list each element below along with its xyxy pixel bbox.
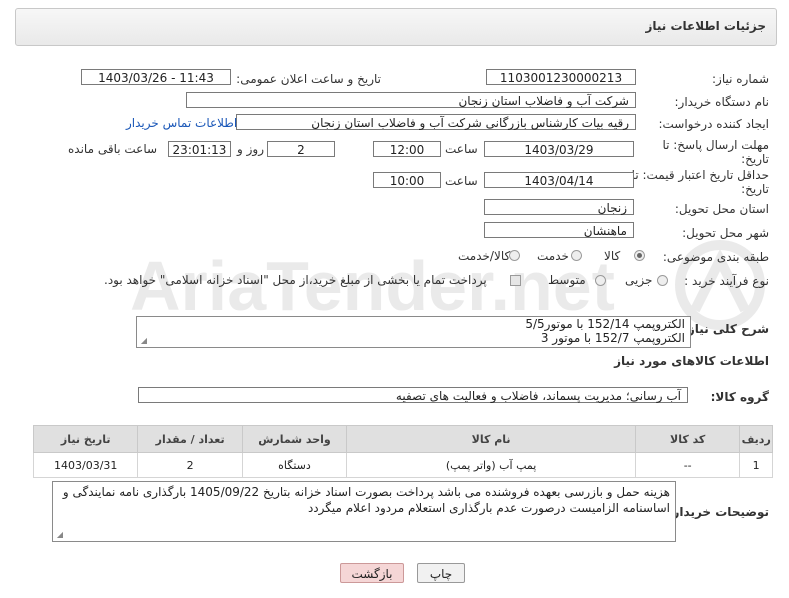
goods-group-label: گروه کالا: xyxy=(710,390,769,404)
description-line-2: الکتروپمپ 152/7 با موتور 3 xyxy=(540,331,685,345)
validity-time-label: ساعت xyxy=(445,174,478,188)
header-panel: جزئیات اطلاعات نیاز xyxy=(15,8,777,46)
deadline-time-label: ساعت xyxy=(445,142,478,156)
remaining-time-label: ساعت باقی مانده xyxy=(68,142,158,156)
description-field: الکتروپمپ 152/14 با موتور5/5 الکتروپمپ 1… xyxy=(136,316,691,348)
col-row-header: ردیف xyxy=(739,425,773,453)
buyer-notes-line-2: اساسنامه الزامیست درصورت عدم بارگذاری اس… xyxy=(307,501,670,515)
cell-qty: 2 xyxy=(137,452,243,478)
process-radio-minor[interactable] xyxy=(657,275,668,286)
buyer-notes-label: توضیحات خریدار: xyxy=(667,505,769,519)
print-button[interactable]: چاپ xyxy=(417,563,465,583)
creator-field: رقیه بیات کارشناس بازرگانی شرکت آب و فاض… xyxy=(236,114,636,130)
days-label: روز و xyxy=(237,142,264,156)
buyer-notes-line-1: هزینه حمل و بازرسی بعهده فروشنده می باشد… xyxy=(62,485,670,499)
resize-grip-icon[interactable]: ◢ xyxy=(139,337,147,345)
province-label: استان محل تحویل: xyxy=(674,202,769,216)
cell-unit: دستگاه xyxy=(241,452,348,478)
resize-grip-icon[interactable]: ◢ xyxy=(55,531,63,539)
cell-name: پمپ آب (واتر پمپ) xyxy=(346,452,636,478)
col-qty-header: تعداد / مقدار xyxy=(137,425,243,453)
announce-field: 1403/03/26 - 11:43 xyxy=(81,69,231,85)
category-radio-goods[interactable] xyxy=(634,250,645,261)
validity-label: حداقل تاریخ اعتبار قیمت: تا xyxy=(631,168,769,182)
cell-code: -- xyxy=(634,452,741,478)
page-title: جزئیات اطلاعات نیاز xyxy=(645,19,766,33)
items-table: ردیف کد کالا نام کالا واحد شمارش تعداد /… xyxy=(32,425,773,478)
col-unit-header: واحد شمارش xyxy=(241,425,348,453)
payment-note: پرداخت تمام یا بخشی از مبلغ خرید،از محل … xyxy=(104,273,487,287)
category-radio-goods-service[interactable] xyxy=(509,250,520,261)
process-option-minor: جزیی xyxy=(625,273,653,287)
category-radio-service[interactable] xyxy=(571,250,582,261)
col-code-header: کد کالا xyxy=(634,425,741,453)
buyer-notes-field: هزینه حمل و بازرسی بعهده فروشنده می باشد… xyxy=(52,481,676,542)
city-label: شهر محل تحویل: xyxy=(682,226,769,240)
process-option-medium: متوسط xyxy=(548,273,586,287)
buyer-contact-link[interactable]: اطلاعات تماس خریدار xyxy=(126,116,237,130)
back-button[interactable]: بازگشت xyxy=(340,563,404,583)
description-label: شرح کلی نیاز: xyxy=(683,322,769,336)
goods-group-field: آب رسانی؛ مدیریت پسماند، فاضلاب و فعالیت… xyxy=(138,387,688,403)
description-line-1: الکتروپمپ 152/14 با موتور5/5 xyxy=(525,317,685,331)
announce-label: تاریخ و ساعت اعلان عمومی: xyxy=(236,72,381,86)
category-option-service: خدمت xyxy=(537,249,569,263)
need-number-label: شماره نیاز: xyxy=(712,72,769,86)
category-option-goods: کالا xyxy=(604,249,621,263)
remaining-time-field: 23:01:13 xyxy=(168,141,231,157)
deadline-date-field: 1403/03/29 xyxy=(484,141,634,157)
table-row: 1 -- پمپ آب (واتر پمپ) دستگاه 2 1403/03/… xyxy=(32,452,773,478)
category-label: طبقه بندی موضوعی: xyxy=(662,250,769,264)
cell-row: 1 xyxy=(739,452,773,478)
deadline-label-date: تاریخ: xyxy=(741,152,769,166)
validity-date-field: 1403/04/14 xyxy=(484,172,634,188)
days-remaining-field: 2 xyxy=(267,141,335,157)
creator-label: ایجاد کننده درخواست: xyxy=(658,117,769,131)
deadline-time-field: 12:00 xyxy=(373,141,441,157)
validity-time-field: 10:00 xyxy=(373,172,441,188)
process-label: نوع فرآیند خرید : xyxy=(684,274,769,288)
deadline-label: مهلت ارسال پاسخ: تا xyxy=(662,138,769,152)
buyer-org-field: شرکت آب و فاضلاب استان زنجان xyxy=(186,92,636,108)
buyer-org-label: نام دستگاه خریدار: xyxy=(674,95,770,109)
process-radio-medium[interactable] xyxy=(595,275,606,286)
need-number-field: 1103001230000213 xyxy=(486,69,636,85)
validity-label-date: تاریخ: xyxy=(741,182,769,196)
table-header-row: ردیف کد کالا نام کالا واحد شمارش تعداد /… xyxy=(32,425,773,453)
province-field: زنجان xyxy=(484,199,634,215)
col-date-header: تاریخ نیاز xyxy=(32,425,139,453)
cell-date: 1403/03/31 xyxy=(32,452,139,478)
category-option-goods-service: کالا/خدمت xyxy=(458,249,511,263)
payment-checkbox[interactable] xyxy=(510,275,521,286)
col-name-header: نام کالا xyxy=(346,425,636,453)
city-field: ماهنشان xyxy=(484,222,634,238)
goods-info-title: اطلاعات کالاهای مورد نیاز xyxy=(614,354,769,368)
